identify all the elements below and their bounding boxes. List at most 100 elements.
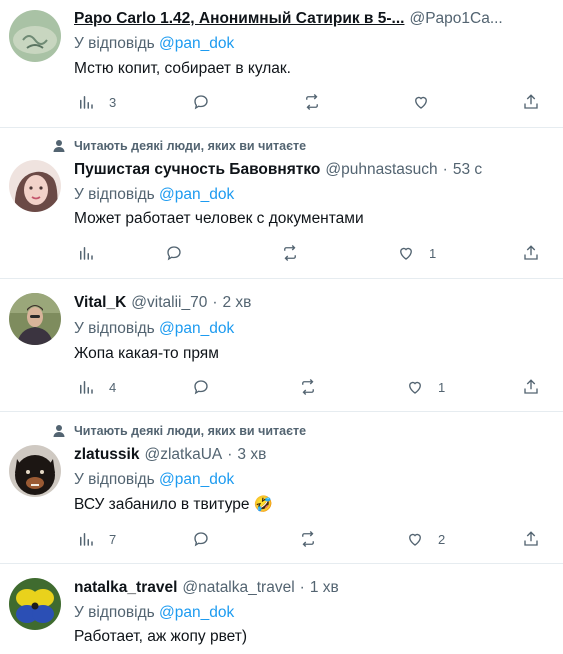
tweet-actions: 1 [0,244,563,266]
retweet-button[interactable] [299,530,317,548]
tweet-text: Может работает человек с документами [74,210,364,227]
author-name[interactable]: Papo Carlo 1.42, Анонимный Сатирик в 5-.… [74,10,404,28]
author-handle[interactable]: @puhnastasuch [325,161,437,179]
tweet-header: Vital_K @vitalii_70 · 2 хв [74,294,557,312]
tweet-actions: 7 2 [0,530,563,552]
author-handle[interactable]: @vitalii_70 [131,294,207,312]
social-context: Читають деякі люди, яких ви читаєте [52,139,306,153]
avatar[interactable] [9,445,61,497]
views-button[interactable] [77,244,109,262]
reply-icon [194,380,208,395]
views-button[interactable]: 4 [77,378,116,396]
separator-dot: · [442,161,448,178]
tweet-header: Papo Carlo 1.42, Анонимный Сатирик в 5-.… [74,10,557,28]
views-button[interactable]: 3 [77,93,116,111]
analytics-icon [80,533,93,546]
author-name[interactable]: natalka_travel [74,579,177,597]
divider [0,411,563,412]
tweet-actions: 3 [0,93,563,115]
tweet-header: natalka_travel @natalka_travel · 1 хв [74,579,557,597]
like-button[interactable]: 1 [397,244,436,262]
reply-mention-link[interactable]: @pan_dok [159,35,234,52]
heart-icon [400,247,412,260]
tweet-text: Работает, аж жопу рвет) [74,628,248,645]
reply-prefix: У відповідь [74,320,155,337]
analytics-icon [80,96,93,109]
social-context-text: Читають деякі люди, яких ви читаєте [74,424,307,438]
heart-icon [415,96,427,109]
share-button[interactable] [522,244,540,262]
tweet-text: Жопа какая-то прям [74,345,219,362]
separator-dot: · [299,579,305,596]
reply-prefix: У відповідь [74,471,155,488]
share-button[interactable] [522,93,540,111]
tweet-actions: 4 1 [0,378,563,400]
views-count: 3 [109,94,117,110]
reply-icon [194,532,208,547]
reply-context: У відповідь @pan_dok [74,186,234,204]
reply-prefix: У відповідь [74,35,155,52]
like-count: 1 [429,245,437,261]
retweet-icon [302,531,314,547]
tweet-text: ВСУ забанило в твитуре 🤣 [74,496,274,513]
divider [0,278,563,279]
reply-mention-link[interactable]: @pan_dok [159,186,234,203]
reply-context: У відповідь @pan_dok [74,471,234,489]
divider [0,563,563,564]
retweet-icon [302,379,314,395]
tweet-header: Пушистая сучность Бавовнятко @puhnastasu… [74,161,557,179]
reply-mention-link[interactable]: @pan_dok [159,320,234,337]
like-button[interactable] [412,93,430,111]
like-button[interactable]: 1 [406,378,445,396]
author-name[interactable]: Vital_K [74,294,126,312]
share-button[interactable] [522,530,540,548]
share-button[interactable] [522,378,540,396]
tweet-time[interactable]: 1 хв [310,579,339,597]
like-count: 1 [438,379,446,395]
author-name[interactable]: zlatussik [74,446,139,464]
analytics-icon [80,381,93,394]
share-icon [524,94,538,109]
avatar[interactable] [9,293,61,345]
heart-icon [409,381,421,394]
reply-prefix: У відповідь [74,604,155,621]
reply-context: У відповідь @pan_dok [74,604,234,622]
author-handle[interactable]: @natalka_travel [182,579,294,597]
person-icon [52,424,66,438]
analytics-icon [80,247,93,260]
reply-mention-link[interactable]: @pan_dok [159,471,234,488]
views-count: 4 [109,379,117,395]
reply-context: У відповідь @pan_dok [74,320,234,338]
reply-mention-link[interactable]: @pan_dok [159,604,234,621]
avatar[interactable] [9,10,61,62]
separator-dot: · [212,294,218,311]
reply-icon [167,246,181,261]
share-icon [524,245,538,260]
reply-icon [194,95,208,110]
avatar[interactable] [9,160,61,212]
retweet-button[interactable] [281,244,299,262]
author-name[interactable]: Пушистая сучность Бавовнятко [74,161,320,179]
retweet-button[interactable] [299,378,317,396]
reply-button[interactable] [192,93,210,111]
views-button[interactable]: 7 [77,530,116,548]
retweet-icon [306,94,318,110]
tweet-header: zlatussik @zlatkaUA · 3 хв [74,446,557,464]
reply-button[interactable] [192,378,210,396]
tweet-time[interactable]: 3 хв [237,446,266,464]
views-count: 7 [109,531,117,547]
social-context-text: Читають деякі люди, яких ви читаєте [74,139,307,153]
retweet-button[interactable] [303,93,321,111]
separator-dot: · [227,446,233,463]
reply-prefix: У відповідь [74,186,155,203]
author-handle[interactable]: @Papo1Ca... [409,10,502,28]
reply-button[interactable] [192,530,210,548]
author-handle[interactable]: @zlatkaUA [144,446,222,464]
like-button[interactable]: 2 [406,530,445,548]
tweet-time[interactable]: 2 хв [223,294,252,312]
tweet-text: Мстю копит, собирает в кулак. [74,60,291,77]
retweet-icon [284,245,296,261]
reply-button[interactable] [165,244,183,262]
tweet-time[interactable]: 53 с [453,161,482,179]
avatar[interactable] [9,578,61,630]
